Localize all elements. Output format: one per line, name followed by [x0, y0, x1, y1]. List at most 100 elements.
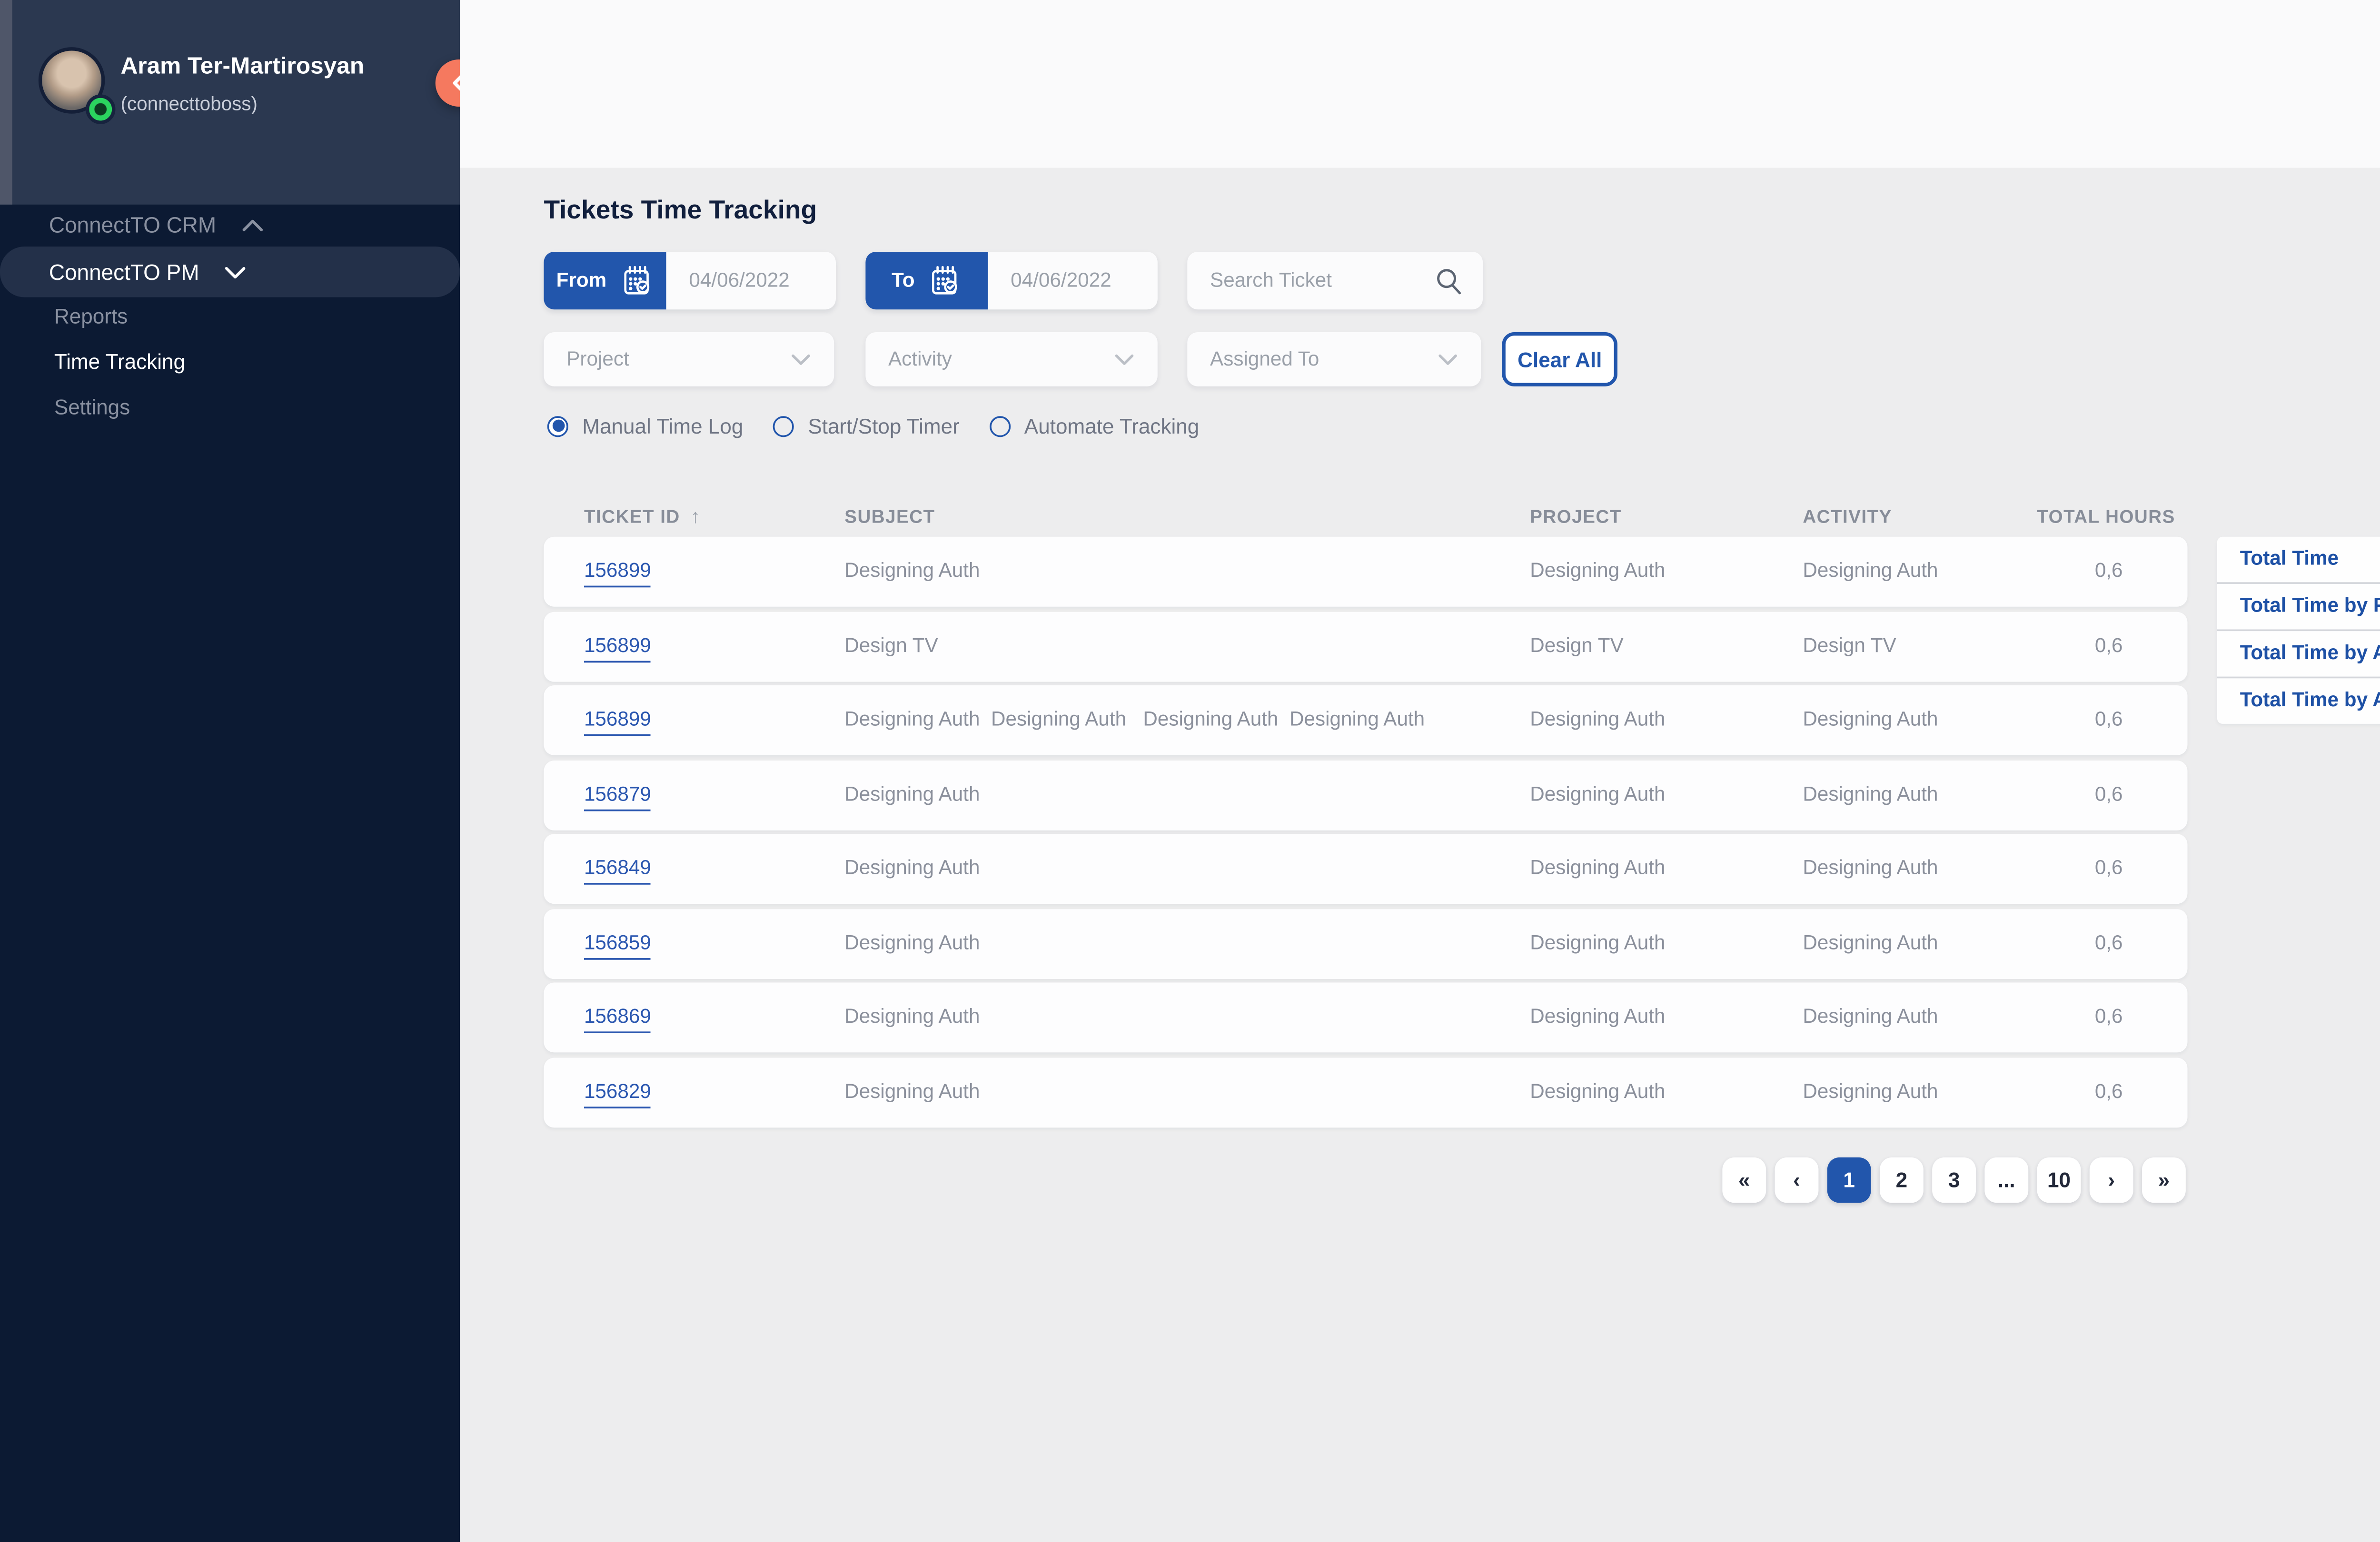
totals-summary-card: Total Time 60 hours Total Time by Projec… — [2217, 537, 2380, 724]
radio-label: Start/Stop Timer — [808, 414, 960, 438]
activity-cell: Designing Auth — [1803, 1007, 1938, 1028]
sidebar-user-header: Aram Ter-Martirosyan (connecttoboss) — [0, 0, 460, 205]
sidebar-item-label: ConnectTO PM — [49, 260, 199, 284]
project-cell: Designing Auth — [1530, 784, 1665, 805]
sidebar: Aram Ter-Martirosyan (connecttoboss) Con… — [0, 0, 460, 1542]
pagination-last-button[interactable]: » — [2142, 1157, 2186, 1203]
pagination-page-2[interactable]: 2 — [1880, 1157, 1924, 1203]
table-row: 156899 Designing Auth Designing Auth Des… — [544, 685, 2187, 755]
project-cell: Design TV — [1530, 635, 1623, 656]
ticket-link[interactable]: 156859 — [584, 933, 651, 959]
online-status-dot — [86, 94, 115, 124]
radio-start-stop-timer[interactable]: Start/Stop Timer — [773, 413, 960, 439]
project-select[interactable]: Project — [544, 332, 834, 386]
to-label-text: To — [892, 270, 915, 291]
to-date-filter[interactable]: To 04/06/2022 — [865, 252, 1157, 309]
pagination-page-1[interactable]: 1 — [1827, 1157, 1871, 1203]
page-title: Tickets Time Tracking — [544, 196, 817, 225]
total-hours-cell: 0,6 — [2095, 784, 2123, 805]
activity-select[interactable]: Activity — [865, 332, 1157, 386]
pagination-page-3[interactable]: 3 — [1932, 1157, 1976, 1203]
total-hours-cell: 0,6 — [2095, 1007, 2123, 1028]
pagination-page-10[interactable]: 10 — [2037, 1157, 2081, 1203]
column-header-total-hours: TOTAL HOURS — [2037, 507, 2175, 528]
ticket-link[interactable]: 156829 — [584, 1081, 651, 1107]
subject-cell: Designing Auth — [844, 859, 980, 880]
app-window: Aram Ter-Martirosyan (connecttoboss) Con… — [0, 0, 2380, 1542]
pagination-first-button[interactable]: « — [1722, 1157, 1766, 1203]
total-hours-cell: 0,6 — [2095, 859, 2123, 880]
avatar — [39, 47, 105, 114]
radio-label: Manual Time Log — [582, 414, 743, 438]
subject-cell: Designing Auth — [844, 784, 980, 805]
summary-row: Total Time 60 hours — [2217, 537, 2380, 584]
subject-cell: Designing Auth — [844, 933, 980, 954]
calendar-icon — [927, 262, 962, 299]
total-hours-cell: 0,6 — [2095, 710, 2123, 731]
assigned-to-select[interactable]: Assigned To — [1187, 332, 1481, 386]
sidebar-item-time-tracking[interactable]: Time Tracking — [0, 339, 460, 385]
sidebar-edge-strip — [0, 0, 12, 205]
subject-cell: Designing Auth Designing Auth Designing … — [844, 710, 1425, 731]
summary-row: Total Time by Project 60 hours — [2217, 584, 2380, 631]
activity-select-value: Activity — [888, 349, 952, 370]
sidebar-item-settings[interactable]: Settings — [0, 385, 460, 430]
radio-unselected-icon — [773, 415, 794, 436]
project-cell: Designing Auth — [1530, 1007, 1665, 1028]
summary-label: Total Time by Project — [2217, 584, 2380, 630]
column-header-ticket-id[interactable]: TICKET ID ↑ — [584, 507, 701, 528]
total-hours-cell: 0,6 — [2095, 1081, 2123, 1102]
table-row: 156859 Designing Auth Designing Auth Des… — [544, 908, 2187, 978]
project-select-value: Project — [566, 349, 629, 370]
radio-automate-tracking[interactable]: Automate Tracking — [989, 413, 1199, 439]
summary-label: Total Time — [2217, 537, 2380, 583]
total-hours-cell: 0,6 — [2095, 561, 2123, 582]
table-row: 156899 Design TV Design TV Design TV 0,6 — [544, 611, 2187, 681]
project-cell: Designing Auth — [1530, 1081, 1665, 1102]
tracking-mode-radios: Manual Time Log Start/Stop Timer Automat… — [547, 413, 1200, 439]
ticket-link[interactable]: 156899 — [584, 561, 651, 587]
activity-cell: Designing Auth — [1803, 561, 1938, 582]
from-date-filter[interactable]: From 04/06/2022 — [544, 252, 835, 309]
clear-all-button[interactable]: Clear All — [1502, 332, 1617, 386]
pagination-next-button[interactable]: › — [2090, 1157, 2133, 1203]
sidebar-item-reports[interactable]: Reports — [0, 294, 460, 339]
radio-selected-icon — [547, 415, 568, 436]
calendar-icon — [619, 262, 654, 299]
ticket-link[interactable]: 156879 — [584, 784, 651, 811]
sort-ascending-icon: ↑ — [691, 507, 701, 528]
sidebar-item-connectto-crm[interactable]: ConnectTO CRM — [0, 203, 460, 248]
column-label: TICKET ID — [584, 507, 680, 528]
column-header-project: PROJECT — [1530, 507, 1622, 528]
to-date-value: 04/06/2022 — [988, 252, 1158, 309]
radio-manual-time-log[interactable]: Manual Time Log — [547, 413, 744, 439]
ticket-link[interactable]: 156849 — [584, 859, 651, 885]
pagination-ellipsis[interactable]: ... — [1984, 1157, 2028, 1203]
summary-row: Total Time by Assignee 60 hours — [2217, 678, 2380, 724]
user-name: Aram Ter-Martirosyan — [120, 52, 364, 79]
summary-label: Total Time by Assignee — [2217, 678, 2380, 724]
from-date-value: 04/06/2022 — [666, 252, 836, 309]
column-header-activity: ACTIVITY — [1803, 507, 1892, 528]
sidebar-item-label: ConnectTO CRM — [49, 213, 216, 237]
search-icon — [1434, 266, 1463, 295]
sidebar-item-connectto-pm[interactable]: ConnectTO PM — [0, 247, 460, 297]
activity-cell: Designing Auth — [1803, 859, 1938, 880]
activity-cell: Designing Auth — [1803, 1081, 1938, 1102]
ticket-link[interactable]: 156899 — [584, 635, 651, 662]
table-row: 156899 Designing Auth Designing Auth Des… — [544, 537, 2187, 607]
ticket-link[interactable]: 156869 — [584, 1007, 651, 1033]
activity-cell: Designing Auth — [1803, 933, 1938, 954]
activity-cell: Designing Auth — [1803, 784, 1938, 805]
ticket-link[interactable]: 156899 — [584, 710, 651, 736]
summary-row: Total Time by Activity 60 hours — [2217, 631, 2380, 678]
pagination-prev-button[interactable]: ‹ — [1775, 1157, 1819, 1203]
activity-cell: Design TV — [1803, 635, 1896, 656]
project-cell: Designing Auth — [1530, 859, 1665, 880]
project-cell: Designing Auth — [1530, 561, 1665, 582]
search-input[interactable] — [1207, 268, 1434, 293]
total-hours-cell: 0,6 — [2095, 933, 2123, 954]
from-date-label: From — [544, 252, 666, 309]
project-cell: Designing Auth — [1530, 710, 1665, 731]
table-row: 156869 Designing Auth Designing Auth Des… — [544, 982, 2187, 1052]
